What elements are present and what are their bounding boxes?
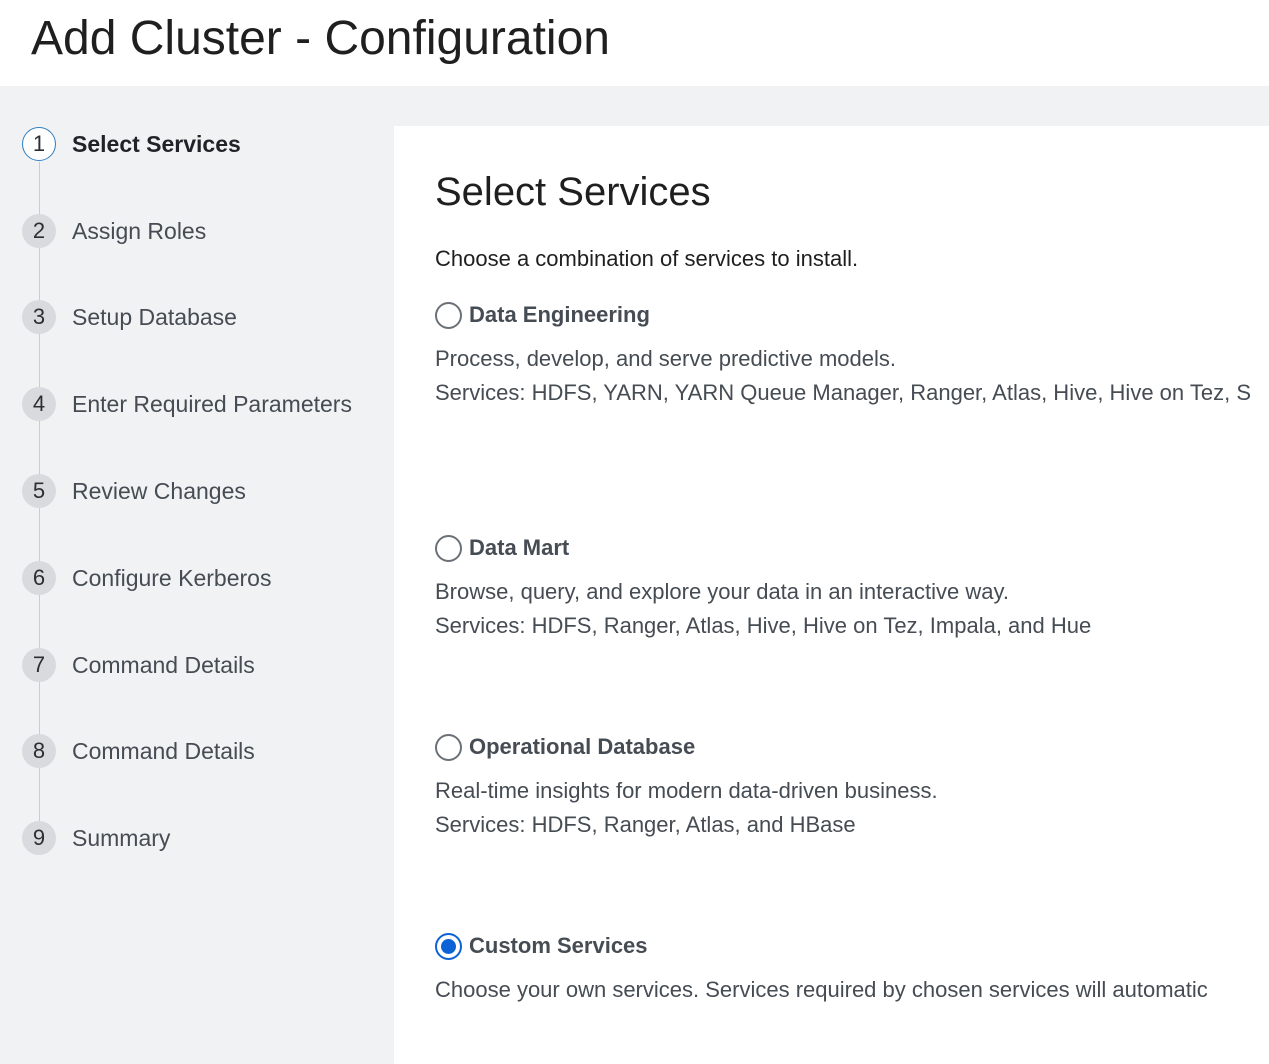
step-number-badge: 8	[22, 734, 56, 768]
option-description: Browse, query, and explore your data in …	[435, 579, 1009, 604]
wizard-step-summary[interactable]: 9 Summary	[22, 820, 170, 856]
option-description: Process, develop, and serve predictive m…	[435, 346, 897, 371]
page-title: Add Cluster - Configuration	[31, 12, 610, 65]
option-name: Operational Database	[469, 734, 696, 759]
section-title: Select Services	[435, 170, 711, 214]
option-services-list: Services: HDFS, Ranger, Atlas, and HBase	[435, 812, 856, 837]
wizard-step-review-changes[interactable]: 5 Review Changes	[22, 473, 246, 509]
option-custom-services-radio-row[interactable]: Custom Services	[435, 931, 1269, 961]
section-subtitle: Choose a combination of services to inst…	[435, 246, 859, 271]
option-name: Custom Services	[469, 933, 648, 958]
step-label: Command Details	[72, 737, 255, 764]
option-name: Data Mart	[469, 535, 570, 560]
step-number-badge: 5	[22, 474, 56, 508]
select-services-panel: Select Services Choose a combination of …	[394, 126, 1269, 1064]
step-number-badge: 6	[22, 561, 56, 595]
step-label: Setup Database	[72, 303, 237, 330]
option-data-mart-radio-row[interactable]: Data Mart	[435, 533, 1269, 563]
radio-button[interactable]	[435, 733, 462, 761]
step-number-badge: 3	[22, 300, 56, 334]
wizard-step-command-details-7[interactable]: 7 Command Details	[22, 647, 255, 683]
step-label: Summary	[72, 824, 171, 851]
wizard-step-setup-database[interactable]: 3 Setup Database	[22, 299, 237, 335]
option-data-mart: Data Mart Browse, query, and explore you…	[435, 533, 1269, 643]
option-services-list: Services: HDFS, Ranger, Atlas, Hive, Hiv…	[435, 613, 1092, 638]
radio-button-selected[interactable]	[435, 932, 462, 960]
option-operational-database-radio-row[interactable]: Operational Database	[435, 732, 1269, 762]
step-label: Enter Required Parameters	[72, 390, 352, 417]
wizard-step-assign-roles[interactable]: 2 Assign Roles	[22, 213, 206, 249]
step-label: Configure Kerberos	[72, 564, 272, 591]
wizard-step-select-services[interactable]: 1 Select Services	[22, 126, 241, 162]
option-data-engineering: Data Engineering Process, develop, and s…	[435, 300, 1269, 410]
wizard-step-configure-kerberos[interactable]: 6 Configure Kerberos	[22, 560, 271, 596]
step-number-badge: 1	[22, 127, 56, 161]
step-number-badge: 7	[22, 648, 56, 682]
step-number-badge: 4	[22, 387, 56, 421]
step-label: Assign Roles	[72, 217, 207, 244]
option-operational-database: Operational Database Real-time insights …	[435, 732, 1269, 842]
option-name: Data Engineering	[469, 302, 650, 327]
option-services-list: Services: HDFS, YARN, YARN Queue Manager…	[435, 380, 1251, 405]
page-header: Add Cluster - Configuration	[0, 0, 1269, 86]
wizard-step-command-details-8[interactable]: 8 Command Details	[22, 733, 255, 769]
option-description: Real-time insights for modern data-drive…	[435, 778, 938, 803]
option-data-engineering-radio-row[interactable]: Data Engineering	[435, 300, 1269, 330]
radio-button[interactable]	[435, 301, 462, 329]
wizard-steps-nav: 1 Select Services 2 Assign Roles 3 Setup…	[0, 86, 394, 1064]
radio-button[interactable]	[435, 534, 462, 562]
option-custom-services: Custom Services Choose your own services…	[435, 931, 1269, 1007]
step-number-badge: 2	[22, 214, 56, 248]
step-label: Command Details	[72, 651, 255, 678]
step-label: Select Services	[72, 130, 241, 157]
option-description: Choose your own services. Services requi…	[435, 977, 1208, 1002]
wizard-body: 1 Select Services 2 Assign Roles 3 Setup…	[0, 86, 1269, 1064]
step-number-badge: 9	[22, 821, 56, 855]
step-label: Review Changes	[72, 477, 246, 504]
wizard-step-enter-required-parameters[interactable]: 4 Enter Required Parameters	[22, 386, 352, 422]
